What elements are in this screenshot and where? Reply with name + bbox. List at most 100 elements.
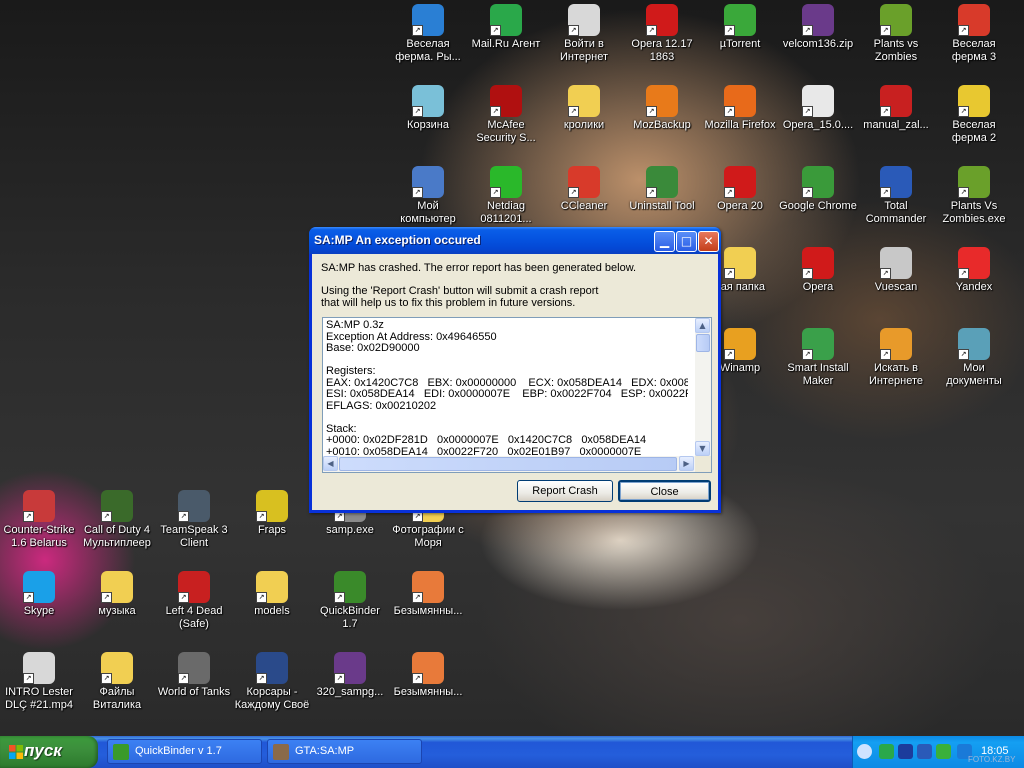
desktop-icon[interactable]: ↗ Opera 12.17 1863 xyxy=(623,4,701,64)
desktop-icon[interactable]: ↗ CCleaner xyxy=(545,166,623,213)
watermark: FOTO.KZ.BY xyxy=(968,755,1016,764)
shortcut-arrow-icon: ↗ xyxy=(724,106,735,117)
minimize-button[interactable]: ▁ xyxy=(654,231,675,252)
desktop-icon[interactable]: ↗ Мои документы xyxy=(935,328,1013,388)
desktop-icon[interactable]: ↗ Безымянны... xyxy=(389,571,467,618)
desktop-icon-label: Uninstall Tool xyxy=(629,200,695,212)
desktop-icon[interactable]: ↗ MozBackup xyxy=(623,85,701,132)
desktop-icon-label: Фотографии с Моря xyxy=(392,524,464,549)
desktop-icon[interactable]: ↗ Total Commander xyxy=(857,166,935,226)
antivirus-check-icon[interactable] xyxy=(936,744,951,759)
error-report-textbox[interactable]: SA:MP 0.3z Exception At Address: 0x49646… xyxy=(322,317,712,473)
desktop-icon[interactable]: ↗ Opera 20 xyxy=(701,166,779,213)
desktop-icon[interactable]: ↗ Fraps xyxy=(233,490,311,537)
horizontal-scrollbar[interactable]: ◀ ▶ xyxy=(323,456,695,472)
close-button[interactable]: Close xyxy=(618,480,711,502)
desktop-icon[interactable]: ↗ музыка xyxy=(78,571,156,618)
desktop-icon[interactable]: ↗ Веселая ферма. Ры... xyxy=(389,4,467,64)
monitor-icon[interactable] xyxy=(917,744,932,759)
vertical-scrollbar[interactable]: ▲ ▼ xyxy=(695,318,711,456)
desktop-icon-label: Веселая ферма 3 xyxy=(951,38,997,63)
desktop-icon[interactable]: ↗ Файлы Виталика xyxy=(78,652,156,712)
desktop-icon[interactable]: ↗ Корсары - Каждому Своё xyxy=(233,652,311,712)
desktop-icon[interactable]: ↗ Netdiag 0811201... xyxy=(467,166,545,226)
scroll-down-button[interactable]: ▼ xyxy=(695,441,710,456)
desktop-icon[interactable]: ↗ Безымянны... xyxy=(389,652,467,699)
network-icon[interactable] xyxy=(879,744,894,759)
report-crash-button[interactable]: Report Crash xyxy=(517,480,613,502)
desktop-icon[interactable]: ↗ models xyxy=(233,571,311,618)
show-hidden-chevron-icon[interactable] xyxy=(857,744,872,759)
desktop-icon[interactable]: ↗ Counter-Strike 1.6 Belarus xyxy=(0,490,78,550)
desktop-icon[interactable]: ↗ Yandex xyxy=(935,247,1013,294)
shortcut-arrow-icon: ↗ xyxy=(880,25,891,36)
maximize-icon: □ xyxy=(680,234,693,248)
shortcut-arrow-icon: ↗ xyxy=(802,268,813,279)
vertical-scroll-thumb[interactable] xyxy=(696,334,710,352)
maximize-button[interactable]: □ xyxy=(676,231,697,252)
desktop-icon[interactable]: ↗ QuickBinder 1.7 xyxy=(311,571,389,631)
desktop-icon[interactable]: ↗ TeamSpeak 3 Client xyxy=(155,490,233,550)
close-window-button[interactable]: ✕ xyxy=(698,231,719,252)
desktop-icon[interactable]: ↗ manual_zal... xyxy=(857,85,935,132)
desktop-icon[interactable]: ↗ кролики xyxy=(545,85,623,132)
desktop-icon[interactable]: ↗ Opera xyxy=(779,247,857,294)
scroll-right-button[interactable]: ▶ xyxy=(679,456,694,471)
desktop-icon[interactable]: ↗ Call of Duty 4 Мультиплеер xyxy=(78,490,156,550)
desktop-icon-label: Opera xyxy=(802,281,834,293)
desktop-icon-label: McAfee Security S... xyxy=(476,119,536,144)
shortcut-arrow-icon: ↗ xyxy=(958,349,969,360)
desktop-icon[interactable]: ↗ Войти в Интернет xyxy=(545,4,623,64)
horizontal-scroll-thumb[interactable] xyxy=(339,457,677,471)
start-label: пуск xyxy=(24,741,62,760)
desktop-icon[interactable]: ↗ Vuescan xyxy=(857,247,935,294)
desktop-icon[interactable]: ↗ Мой компьютер xyxy=(389,166,467,226)
desktop-icon-label: Netdiag 0811201... xyxy=(480,200,532,225)
desktop-icon[interactable]: ↗ Корзина xyxy=(389,85,467,132)
shortcut-arrow-icon: ↗ xyxy=(412,25,423,36)
error-report-text[interactable]: SA:MP 0.3z Exception At Address: 0x49646… xyxy=(326,320,688,456)
desktop-icon[interactable]: ↗ Plants Vs Zombies.exe xyxy=(935,166,1013,226)
desktop-icon[interactable]: ↗ Искать в Интернете xyxy=(857,328,935,388)
desktop-icon-label: Мой компьютер xyxy=(400,200,456,225)
shortcut-arrow-icon: ↗ xyxy=(490,187,501,198)
scroll-up-button[interactable]: ▲ xyxy=(695,318,710,333)
scroll-left-button[interactable]: ◀ xyxy=(323,456,338,471)
desktop-icon[interactable]: ↗ velcom136.zip xyxy=(779,4,857,51)
folder-icon: ↗ xyxy=(568,85,600,117)
yandex-icon: ↗ xyxy=(958,247,990,279)
desktop-icon[interactable]: ↗ Веселая ферма 3 xyxy=(935,4,1013,64)
desktop-icon[interactable]: ↗ Plants vs Zombies xyxy=(857,4,935,64)
start-button[interactable]: пуск xyxy=(0,736,98,768)
volume-icon[interactable] xyxy=(898,744,913,759)
desktop-icon[interactable]: ↗ World of Tanks xyxy=(155,652,233,699)
desktop-icon[interactable]: ↗ Opera_15.0.... xyxy=(779,85,857,132)
desktop-icon[interactable]: ↗ Uninstall Tool xyxy=(623,166,701,213)
crash-message: SA:MP has crashed. The error report has … xyxy=(321,262,637,274)
desktop-icon-label: кролики xyxy=(563,119,605,131)
winrar-archive-icon: ↗ xyxy=(802,4,834,36)
desktop-icon[interactable]: ↗ Mail.Ru Агент xyxy=(467,4,545,51)
shortcut-arrow-icon: ↗ xyxy=(724,187,735,198)
opera-icon: ↗ xyxy=(802,247,834,279)
taskbar: пуск QuickBinder v 1.7 GTA:SA:MP 18:05 xyxy=(0,736,1024,768)
taskbar-button[interactable]: QuickBinder v 1.7 xyxy=(107,739,262,764)
desktop-icon[interactable]: ↗ Skype xyxy=(0,571,78,618)
desktop-icon[interactable]: ↗ Smart Install Maker xyxy=(779,328,857,388)
shortcut-arrow-icon: ↗ xyxy=(958,106,969,117)
desktop-icon-label: Plants vs Zombies xyxy=(873,38,919,63)
taskbar-button[interactable]: GTA:SA:MP xyxy=(267,739,422,764)
jpg-image-icon: ↗ xyxy=(412,652,444,684)
desktop-icon[interactable]: ↗ 320_sampg... xyxy=(311,652,389,699)
desktop-icon[interactable]: ↗ Mozilla Firefox xyxy=(701,85,779,132)
fish-icon: ↗ xyxy=(412,4,444,36)
desktop-icon-label: Google Chrome xyxy=(779,200,857,212)
desktop-icon[interactable]: ↗ McAfee Security S... xyxy=(467,85,545,145)
desktop-icon[interactable]: ↗ INTRO Lester DLÇ #21.mp4 xyxy=(0,652,78,712)
world-of-tanks-icon: ↗ xyxy=(178,652,210,684)
desktop-icon[interactable]: ↗ Google Chrome xyxy=(779,166,857,213)
desktop-icon[interactable]: ↗ Веселая ферма 2 xyxy=(935,85,1013,145)
desktop-icon[interactable]: ↗ µTorrent xyxy=(701,4,779,51)
desktop-icon[interactable]: ↗ Left 4 Dead (Safe) xyxy=(155,571,233,631)
dialog-titlebar[interactable]: SA:MP An exception occured ▁ □ ✕ xyxy=(309,227,721,254)
